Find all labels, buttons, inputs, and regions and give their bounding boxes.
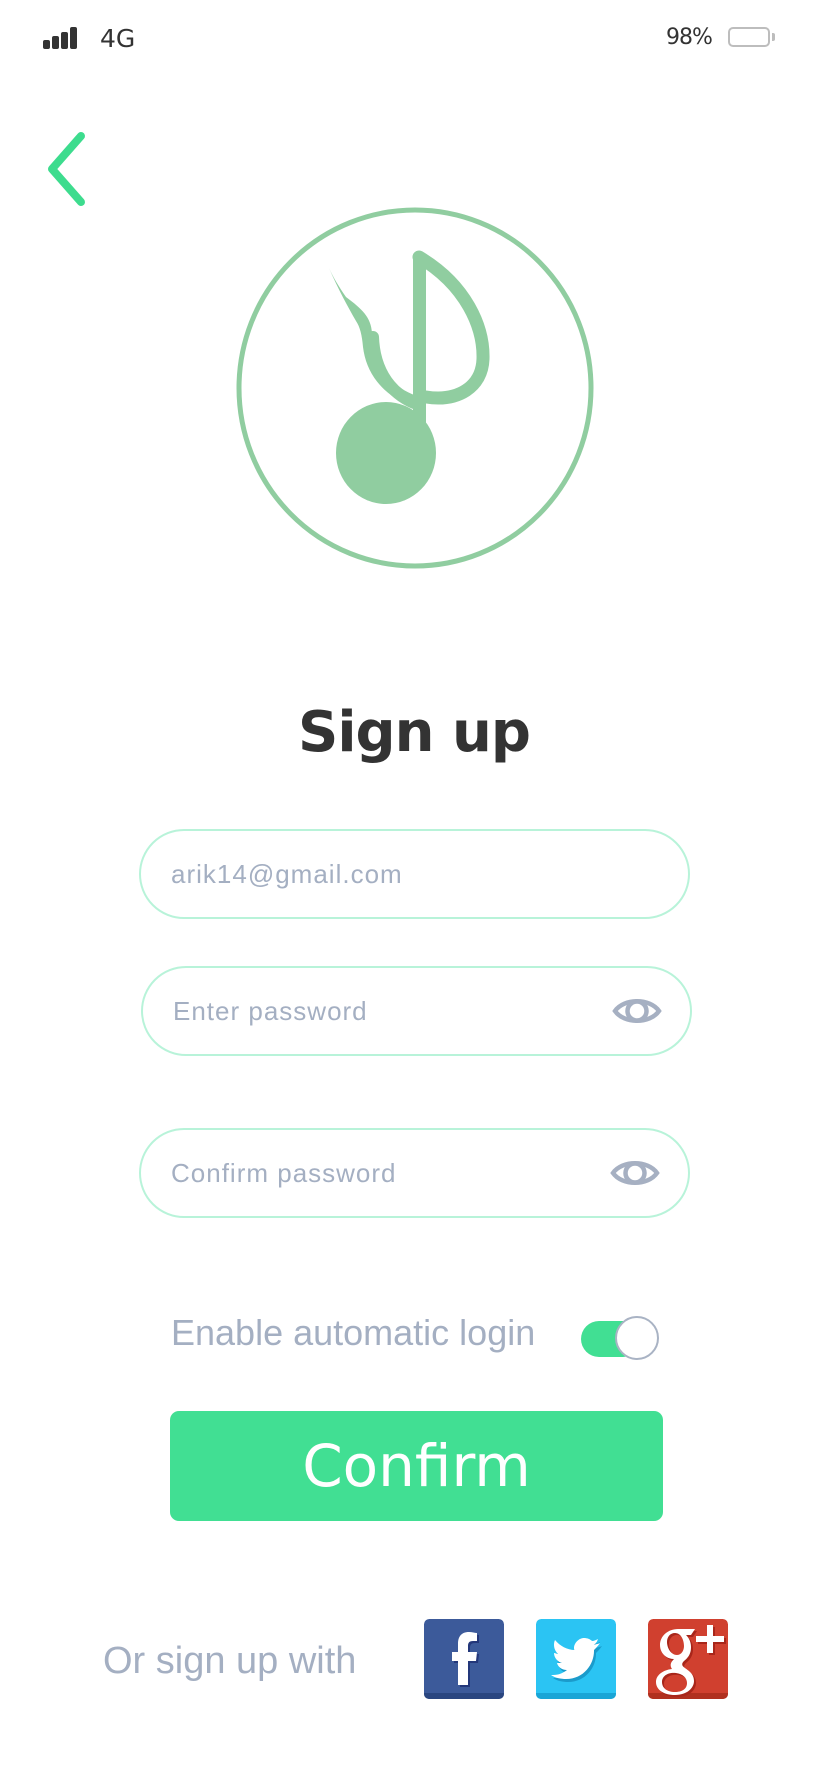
app-logo [236,207,594,569]
back-button[interactable] [40,128,96,210]
eye-icon[interactable] [612,994,662,1028]
google-plus-button[interactable] [648,1619,728,1699]
social-signup-label: Or sign up with [103,1640,357,1682]
eye-icon[interactable] [610,1156,660,1190]
confirm-button[interactable]: Confirm [170,1411,663,1521]
signal-bars-icon [43,27,79,49]
auto-login-toggle[interactable] [580,1316,660,1360]
google-plus-icon [648,1619,728,1699]
confirm-password-field[interactable] [139,1128,690,1218]
auto-login-label: Enable automatic login [171,1312,536,1353]
toggle-knob [615,1316,659,1360]
password-input[interactable] [173,968,603,1054]
facebook-button[interactable] [424,1619,504,1699]
twitter-icon [536,1619,616,1699]
network-type: 4G [100,24,136,53]
password-field[interactable] [141,966,692,1056]
page-title: Sign up [298,700,531,765]
twitter-button[interactable] [536,1619,616,1699]
email-field[interactable] [139,829,690,919]
email-input[interactable] [171,831,601,917]
battery-percent: 98% [666,25,713,50]
facebook-icon [424,1619,504,1699]
confirm-password-input[interactable] [171,1130,601,1216]
chevron-left-icon [48,132,85,206]
music-note-icon [236,207,594,569]
battery-tip [772,33,775,41]
battery-icon [728,27,770,47]
